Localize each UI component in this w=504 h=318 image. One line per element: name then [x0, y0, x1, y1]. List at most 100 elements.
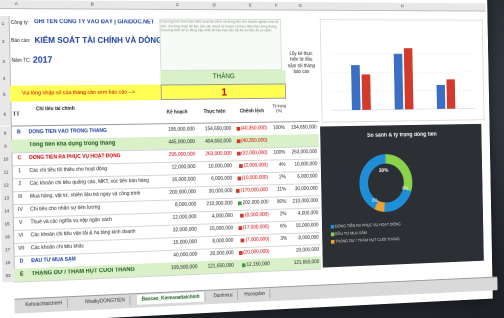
row-thuchien: 404,650,000 [205, 138, 232, 145]
row-luyke: 210,000,000 [292, 198, 319, 205]
row-tytrong: 6% [280, 223, 287, 230]
row-thuchien: 15,000,000 [209, 225, 234, 233]
donut-panel[interactable]: So sánh & tỷ trọng dòng tiền 30% 6% 3% D… [320, 123, 484, 268]
legend-swatch-green [330, 232, 335, 237]
row-tt: 1 [18, 168, 22, 175]
row-kehoach: 32,000,000 [172, 226, 197, 234]
row-chenhlech: (8,000,000) [236, 212, 269, 219]
tab-baocao[interactable]: Baocao_Kiemsoattaichinh [136, 291, 206, 305]
row-tytrong: 2% [279, 211, 287, 218]
row-thuchien: 6,000,000 [211, 175, 233, 183]
row-tytrong: 4% [278, 162, 286, 168]
arrow-down-icon [239, 163, 244, 168]
bar-chart[interactable] [319, 19, 485, 123]
row-thuchien: 210,000,000 [206, 200, 233, 208]
col-header-g[interactable]: G [284, 1, 317, 11]
row-tytrong: 100% [273, 149, 286, 156]
row-luyke: 20,000,000 [296, 247, 320, 254]
row-kehoach: 12,000,000 [172, 214, 197, 221]
row-luyke: 6,000,000 [297, 173, 318, 180]
row-header-6[interactable]: 6 [0, 103, 12, 126]
tab-nhatky[interactable]: NhatkyDONGTIEN [80, 295, 131, 308]
row-kehoach: 16,000,000 [171, 176, 196, 184]
bar-mark [446, 79, 456, 109]
note-box: Chương trình tính toán kiểm soát tài chí… [159, 18, 282, 71]
row-header-3[interactable]: 3 [0, 51, 11, 72]
arrow-down-icon [240, 213, 245, 218]
bar-mark [351, 65, 361, 111]
row-chenhlech: (40,350,000) [235, 125, 267, 132]
arrow-down-icon [235, 188, 240, 193]
year-value[interactable]: 2017 [33, 55, 53, 65]
col-header-d[interactable]: D [195, 1, 233, 11]
month-prompt: Vui lòng nhập số của tháng cần xem báo c… [10, 84, 161, 102]
col-header-e[interactable]: E [232, 1, 269, 11]
row-luyke: 30,000,000 [294, 185, 318, 193]
row-tytrong: 2% [279, 174, 286, 181]
row-tt: 2 [18, 181, 22, 188]
chenhlech-header: Chênh lệch [239, 108, 265, 115]
row-kehoach: 445,000,000 [168, 139, 196, 146]
photo-background: A B C D E F G H 1 2 3 4 5 Công ty: GHI T… [0, 0, 504, 318]
col-header-h[interactable]: H [315, 2, 486, 12]
row-luyke: 4,000,000 [297, 210, 319, 217]
company-value[interactable]: GHI TÊN CÔNG TY VÀO ĐÂY | GIAIDOC.NET [34, 19, 154, 25]
arrow-down-icon [238, 225, 242, 230]
row-thuchien: 154,650,000 [204, 126, 232, 133]
row-chenhlech: (40,350,000) [235, 138, 267, 144]
row-chenhlech: 202,000,000 [236, 200, 269, 207]
row-header-4[interactable]: 4 [0, 71, 12, 86]
row-luyke: 263,000,000 [291, 149, 318, 156]
row-thuchien: 30,000,000 [208, 188, 233, 195]
row-tytrong: 100% [273, 125, 285, 132]
month-input[interactable]: 1 [160, 83, 287, 101]
row-chenhlech: (17,000,000) [237, 224, 269, 231]
excel-sheet: A B C D E F G H 1 2 3 4 5 Công ty: GHI T… [0, 0, 498, 318]
row-thuchien: 263,000,000 [205, 150, 232, 158]
bar-chart-svg [321, 48, 484, 122]
arrow-up-icon [241, 262, 246, 267]
chitieu-header: Chỉ tiêu tài chính [35, 105, 75, 113]
luyke-label: Lũy kế thực hiện từ đầu năm tới tháng bá… [287, 51, 315, 76]
row-tytrong: 11% [277, 186, 287, 193]
row-tt: VI [18, 232, 24, 239]
row-header-1[interactable]: 1 [0, 16, 10, 32]
arrow-down-icon [236, 151, 241, 156]
arrow-down-icon [236, 138, 241, 143]
row-thuchien: 10,000,000 [208, 163, 232, 170]
kehoach-header: Kế hoạch [166, 109, 188, 116]
row-chenhlech: (32,000,000) [235, 150, 268, 156]
select-all-corner[interactable] [0, 0, 9, 10]
tab-kehoach[interactable]: KehoachtaichinH [20, 298, 68, 311]
tab-huongdan[interactable]: Huongdan [239, 288, 271, 300]
row-kehoach: 195,000,000 [168, 126, 195, 133]
thuchien-header: Thực hiện [203, 108, 226, 115]
row-tt: B [16, 129, 21, 136]
donut-pct-side: 6% [402, 186, 409, 192]
row-tt: IV [17, 206, 23, 214]
donut-pct-main: 30% [378, 168, 389, 174]
tab-danhmuc[interactable]: Danhmuc [208, 290, 239, 302]
col-header-b[interactable]: B [23, 0, 160, 10]
col-header-a[interactable]: A [8, 0, 25, 10]
legend-swatch-blue [330, 224, 335, 229]
report-label: Báo cáo: [11, 37, 31, 44]
bar-mark [436, 84, 446, 109]
col-header-f[interactable]: F [268, 1, 285, 11]
legend-swatch-orange [331, 239, 335, 244]
sheet-tab-bar: KehoachtaichinH NhatkyDONGTIEN Baocao_Ki… [14, 276, 498, 314]
row-tt: III [17, 194, 23, 201]
row-kehoach: 200,000,000 [169, 189, 197, 196]
col-header-c[interactable]: C [158, 1, 197, 11]
row-chenhlech: (10,000,000) [236, 175, 268, 182]
row-chenhlech: (170,000,000) [235, 187, 268, 194]
arrow-down-icon [240, 238, 245, 243]
arrow-down-icon [237, 176, 241, 181]
row-tt: C [17, 155, 22, 162]
row-thuchien: 4,000,000 [211, 213, 233, 220]
row-header-2[interactable]: 2 [0, 31, 11, 52]
row-thuchien: 8,000,000 [212, 237, 234, 245]
row-luyke: 15,000,000 [295, 222, 319, 230]
row-luyke: 154,650,000 [291, 124, 317, 131]
year-label: Năm TC: [11, 57, 31, 64]
